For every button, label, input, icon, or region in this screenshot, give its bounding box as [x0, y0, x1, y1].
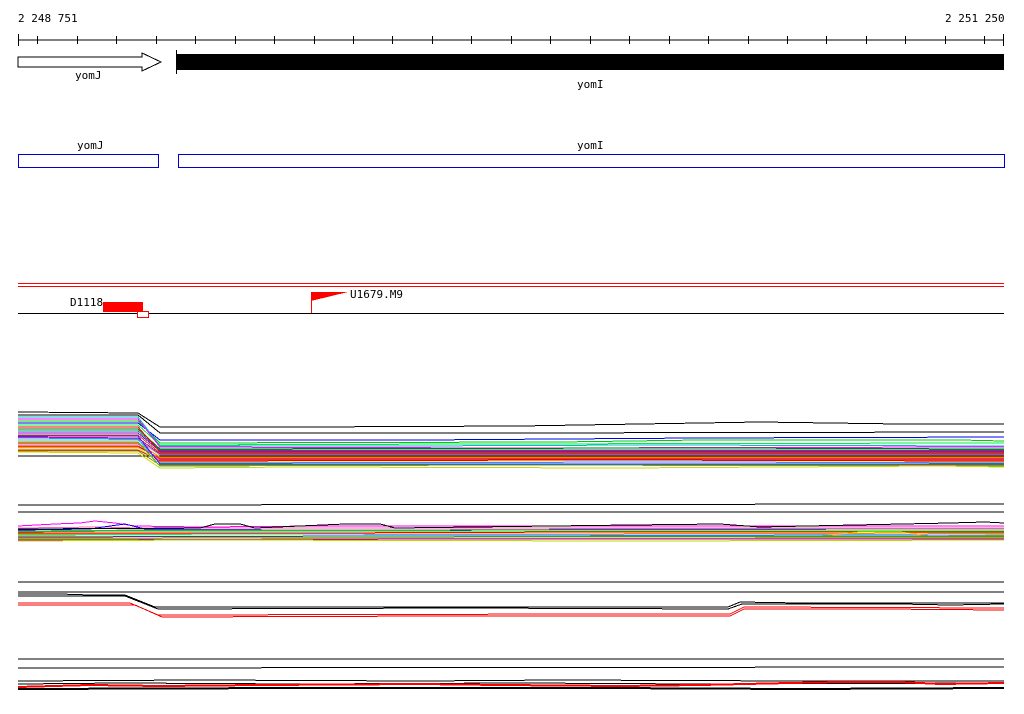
- feature-d-label: D1118: [70, 296, 104, 309]
- cds-box-left-label: yomJ: [77, 139, 104, 152]
- track-4-bottom: [17, 658, 1005, 691]
- track-line: [17, 411, 1004, 428]
- gene-bar-yomI[interactable]: [176, 50, 1004, 74]
- track-line: [17, 679, 1004, 682]
- gene-bar-label: yomI: [577, 78, 604, 91]
- track-line: [18, 414, 1005, 434]
- track-line: [17, 503, 1005, 506]
- browser-graphics: [17, 34, 1005, 691]
- track-line: [17, 687, 1005, 691]
- track-line: [17, 666, 1005, 669]
- gene-arrow-label: yomJ: [75, 69, 102, 82]
- cds-box-right-label: yomI: [577, 139, 604, 152]
- ruler-start-coordinate: 2 248 751: [18, 12, 78, 25]
- cds-box-yomJ[interactable]: [18, 154, 159, 168]
- track-1-dense-band: [17, 411, 1005, 469]
- track-line: [17, 533, 1005, 536]
- coordinate-ruler: [18, 34, 1004, 46]
- genome-browser-view: 2 248 751 2 251 250 yomJ yomI yomJ yomI …: [0, 0, 1024, 714]
- track-line: [18, 593, 1004, 608]
- feature-d1118[interactable]: [103, 302, 149, 318]
- track-3-step-lines: [18, 581, 1005, 618]
- track-line: [17, 682, 1005, 685]
- track-2-flat-band: [17, 503, 1005, 542]
- track-line: [17, 539, 1005, 542]
- cds-box-yomI[interactable]: [178, 154, 1005, 168]
- feature-u1679-m9[interactable]: [311, 292, 348, 313]
- feature-u-label: U1679.M9: [350, 288, 403, 301]
- ruler-end-coordinate: 2 251 250: [945, 12, 1005, 25]
